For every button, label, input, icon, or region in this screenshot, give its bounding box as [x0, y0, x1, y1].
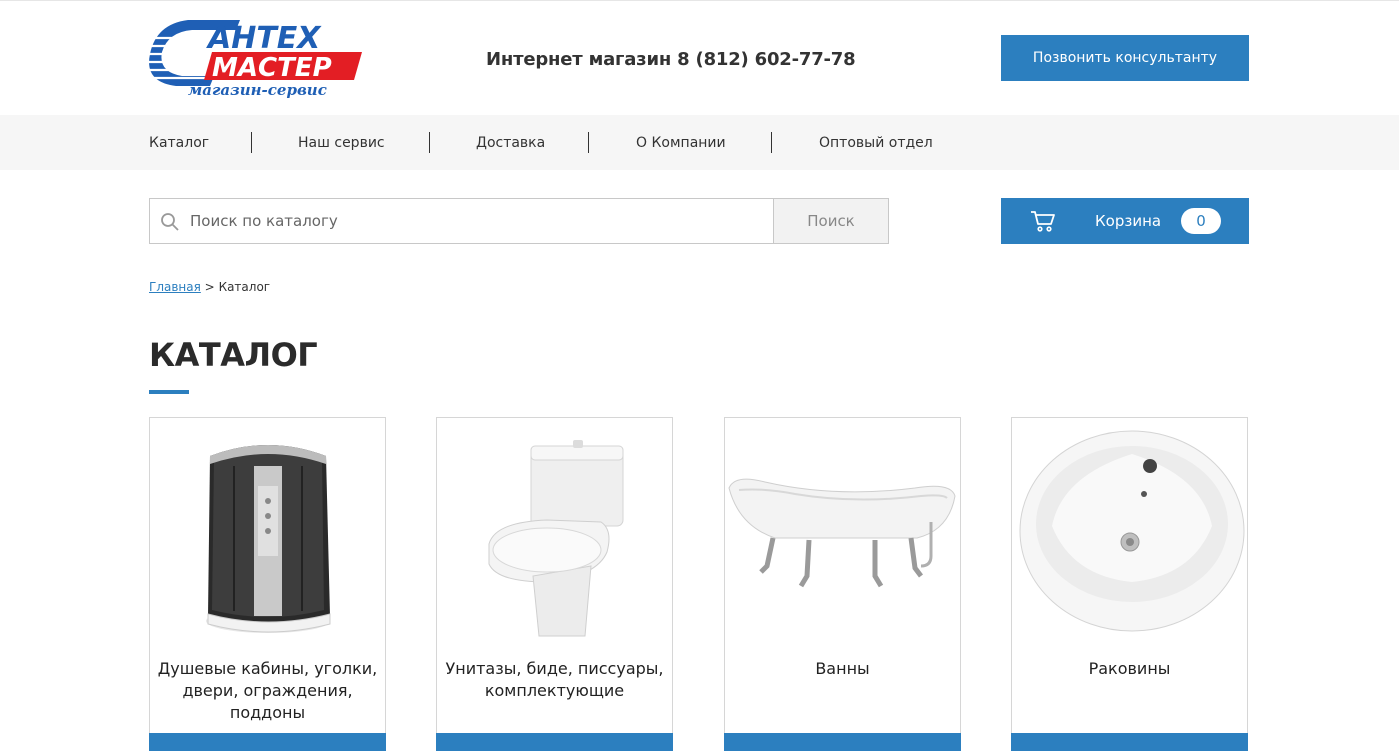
catalog-card-title: Раковины	[1088, 659, 1171, 678]
main-nav: Каталог Наш сервис Доставка О Компании О…	[0, 115, 1399, 170]
site-logo[interactable]: АНТЕХ МАСТЕР магазин-сервис	[148, 18, 376, 100]
catalog-card-button[interactable]	[724, 733, 961, 751]
call-consultant-button[interactable]: Позвонить консультанту	[1001, 35, 1249, 81]
search-input[interactable]	[190, 199, 770, 243]
title-underline	[149, 390, 189, 394]
site-header: АНТЕХ МАСТЕР магазин-сервис Интернет маг…	[0, 0, 1399, 115]
catalog-card-showers[interactable]: Душевые кабины, уголки, двери, ограждени…	[149, 417, 386, 751]
logo-line1: АНТЕХ	[206, 21, 322, 56]
logo-line2: МАСТЕР	[212, 53, 332, 83]
breadcrumb-home-link[interactable]: Главная	[149, 280, 201, 294]
cart-button[interactable]: Корзина 0	[1001, 198, 1249, 244]
nav-item-about[interactable]: О Компании	[636, 115, 726, 170]
breadcrumb-current: Каталог	[218, 280, 271, 294]
catalog-card-title: Душевые кабины, уголки, двери, ограждени…	[157, 659, 378, 722]
catalog-card-toilets[interactable]: Унитазы, биде, писсуары, комплектующие	[436, 417, 673, 751]
breadcrumb: Главная > Каталог	[149, 280, 270, 294]
shower-cabin-image	[206, 445, 331, 633]
nav-item-wholesale[interactable]: Оптовый отдел	[819, 115, 933, 170]
page-title: КАТАЛОГ	[149, 336, 318, 374]
toilet-image	[488, 440, 624, 637]
catalog-card-button[interactable]	[149, 733, 386, 751]
catalog-card-bathtubs[interactable]: Ванны	[724, 417, 961, 751]
cart-label: Корзина	[1095, 212, 1162, 230]
nav-item-service[interactable]: Наш сервис	[298, 115, 385, 170]
phone-number[interactable]: Интернет магазин 8 (812) 602-77-78	[486, 49, 856, 70]
nav-item-delivery[interactable]: Доставка	[476, 115, 545, 170]
catalog-card-button[interactable]	[436, 733, 673, 751]
cart-count-badge: 0	[1181, 208, 1221, 234]
logo-graphic: АНТЕХ МАСТЕР магазин-сервис	[148, 20, 362, 99]
catalog-card-sinks[interactable]: Раковины	[1011, 417, 1248, 751]
nav-item-catalog[interactable]: Каталог	[149, 115, 209, 170]
bathtub-image	[728, 478, 956, 588]
nav-separator	[429, 132, 430, 153]
search-icon	[161, 213, 179, 231]
search-bar: Поиск	[149, 198, 889, 244]
cart-icon	[1031, 211, 1055, 232]
catalog-card-title: Унитазы, биде, писсуары, комплектующие	[445, 659, 664, 700]
catalog-card-button[interactable]	[1011, 733, 1248, 751]
search-button[interactable]: Поиск	[773, 199, 888, 243]
nav-separator	[588, 132, 589, 153]
breadcrumb-separator: >	[204, 280, 215, 294]
sink-image	[1019, 430, 1245, 632]
nav-separator	[771, 132, 772, 153]
nav-separator	[251, 132, 252, 153]
logo-tagline: магазин-сервис	[188, 81, 327, 99]
catalog-card-title: Ванны	[815, 659, 870, 678]
